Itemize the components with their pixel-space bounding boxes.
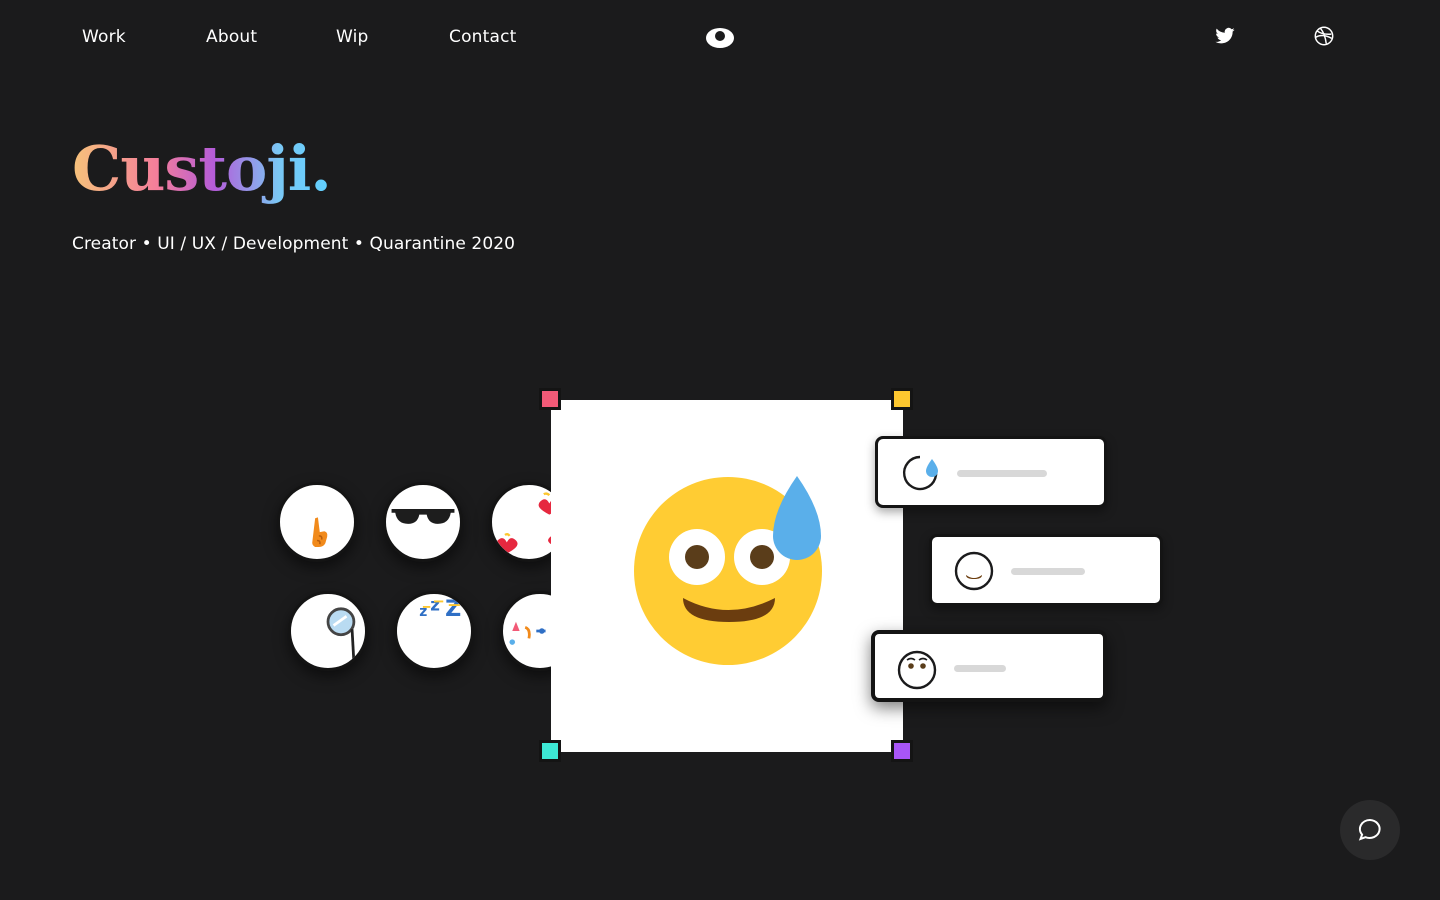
- svg-text:Z: Z: [445, 596, 461, 622]
- page-subtitle: Creator • UI / UX / Development • Quaran…: [72, 234, 516, 254]
- page-title: Custoji.: [72, 132, 332, 205]
- nav-work-link[interactable]: Work: [82, 27, 126, 47]
- emoji-canvas[interactable]: [551, 400, 903, 752]
- chat-button[interactable]: [1340, 800, 1400, 860]
- svg-text:z: z: [430, 596, 440, 615]
- chat-bubble-icon: [1358, 818, 1381, 841]
- twitter-icon[interactable]: [1214, 25, 1236, 47]
- nav-contact-link[interactable]: Contact: [449, 27, 517, 47]
- emoji-option-pointing-hand[interactable]: [277, 482, 357, 562]
- smile-layer-icon: [954, 551, 994, 591]
- resize-handle-top-right[interactable]: [891, 388, 913, 410]
- nav-wip-link[interactable]: Wip: [336, 27, 369, 47]
- dribbble-icon[interactable]: [1313, 25, 1335, 47]
- layer-card-eyes[interactable]: [871, 630, 1107, 702]
- layer-name-placeholder: [1011, 568, 1085, 575]
- emoji-option-sleeping[interactable]: z z Z: [394, 591, 474, 671]
- emoji-option-sunglasses[interactable]: [383, 482, 463, 562]
- emoji-option-monocle[interactable]: [288, 591, 368, 671]
- sweat-drop-layer-icon: [902, 455, 938, 491]
- nav-about-link[interactable]: About: [206, 27, 257, 47]
- eyes-layer-icon: [897, 650, 937, 690]
- eye-icon[interactable]: [705, 27, 735, 49]
- layer-name-placeholder: [957, 470, 1047, 477]
- layer-name-placeholder: [954, 665, 1006, 672]
- resize-handle-bottom-left[interactable]: [539, 740, 561, 762]
- resize-handle-bottom-right[interactable]: [891, 740, 913, 762]
- resize-handle-top-left[interactable]: [539, 388, 561, 410]
- grinning-face-with-sweat-icon: [634, 476, 822, 665]
- layer-card-sweat-drop[interactable]: [875, 436, 1107, 508]
- layer-card-smile[interactable]: [929, 534, 1163, 606]
